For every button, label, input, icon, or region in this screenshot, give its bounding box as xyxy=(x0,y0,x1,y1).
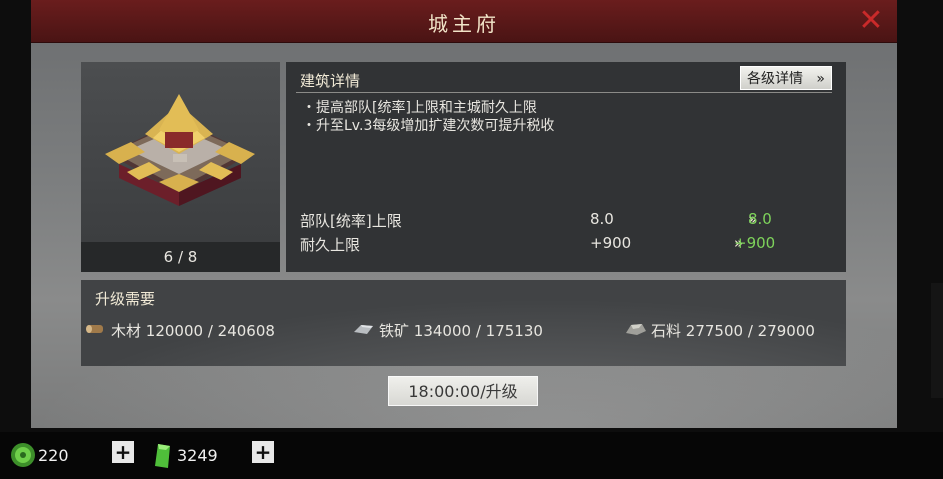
building-details-panel: 建筑详情 各级详情 » ・提高部队[统率]上限和主城耐久上限 ・升至Lv.3每级… xyxy=(286,62,846,272)
building-level: 6 / 8 xyxy=(81,242,280,272)
description-line: ・升至Lv.3每级增加扩建次数可提升税收 xyxy=(302,118,555,134)
resource-amount: 石料 277500 / 279000 xyxy=(651,322,815,340)
level-details-button-label: 各级详情 xyxy=(747,71,803,87)
title-bar: 城主府 ✕ xyxy=(31,0,897,43)
add-gem-button[interactable]: + xyxy=(252,441,274,463)
jade-amount: 220 xyxy=(38,446,69,465)
iron-ore-icon xyxy=(354,325,373,334)
stat-name: 部队[统率]上限 xyxy=(300,212,402,230)
resource-amount: 铁矿 134000 / 175130 xyxy=(379,322,543,340)
resource-amount: 木材 120000 / 240608 xyxy=(111,322,275,340)
building-image-panel: 6 / 8 xyxy=(81,62,280,272)
requirements-title: 升级需要 xyxy=(95,290,156,308)
double-chevron-right-icon: » xyxy=(816,71,825,87)
level-details-button[interactable]: 各级详情 » xyxy=(740,66,832,90)
side-overlay-widget xyxy=(931,283,943,398)
stat-row-command-cap: 部队[统率]上限 8.0 » 8.0 xyxy=(300,210,840,232)
wood-icon xyxy=(86,325,103,333)
green-gem-icon xyxy=(155,444,170,468)
dialog-title: 城主府 xyxy=(428,12,500,36)
gem-amount: 3249 xyxy=(177,446,218,465)
stone-icon xyxy=(626,324,646,335)
currency-bar: 220 3249 xyxy=(0,432,943,479)
details-section-title: 建筑详情 xyxy=(300,72,361,90)
stat-current-value: +900 xyxy=(590,234,632,252)
stat-next-value: +900 xyxy=(734,234,776,252)
building-dialog: 城主府 ✕ 6 / 8 建筑详情 各级详情 » ・提高部队[统率]上限和主城耐久… xyxy=(31,0,897,428)
upgrade-button[interactable]: 18:00:00/升级 xyxy=(388,376,538,406)
stat-current-value: 8.0 xyxy=(590,210,614,228)
jade-coin-icon xyxy=(11,443,35,467)
add-jade-button[interactable]: + xyxy=(112,441,134,463)
stat-next-value: 8.0 xyxy=(748,210,772,228)
stat-name: 耐久上限 xyxy=(300,236,361,254)
stat-row-durability-cap: 耐久上限 +900 » +900 xyxy=(300,234,840,256)
palace-image xyxy=(81,62,280,242)
description-line: ・提高部队[统率]上限和主城耐久上限 xyxy=(302,100,537,116)
close-icon[interactable]: ✕ xyxy=(857,6,885,36)
palace-building-icon xyxy=(105,94,255,206)
upgrade-requirements-panel: 升级需要 木材 120000 / 240608 铁矿 134000 / 1751… xyxy=(81,280,846,366)
section-divider xyxy=(296,92,832,93)
